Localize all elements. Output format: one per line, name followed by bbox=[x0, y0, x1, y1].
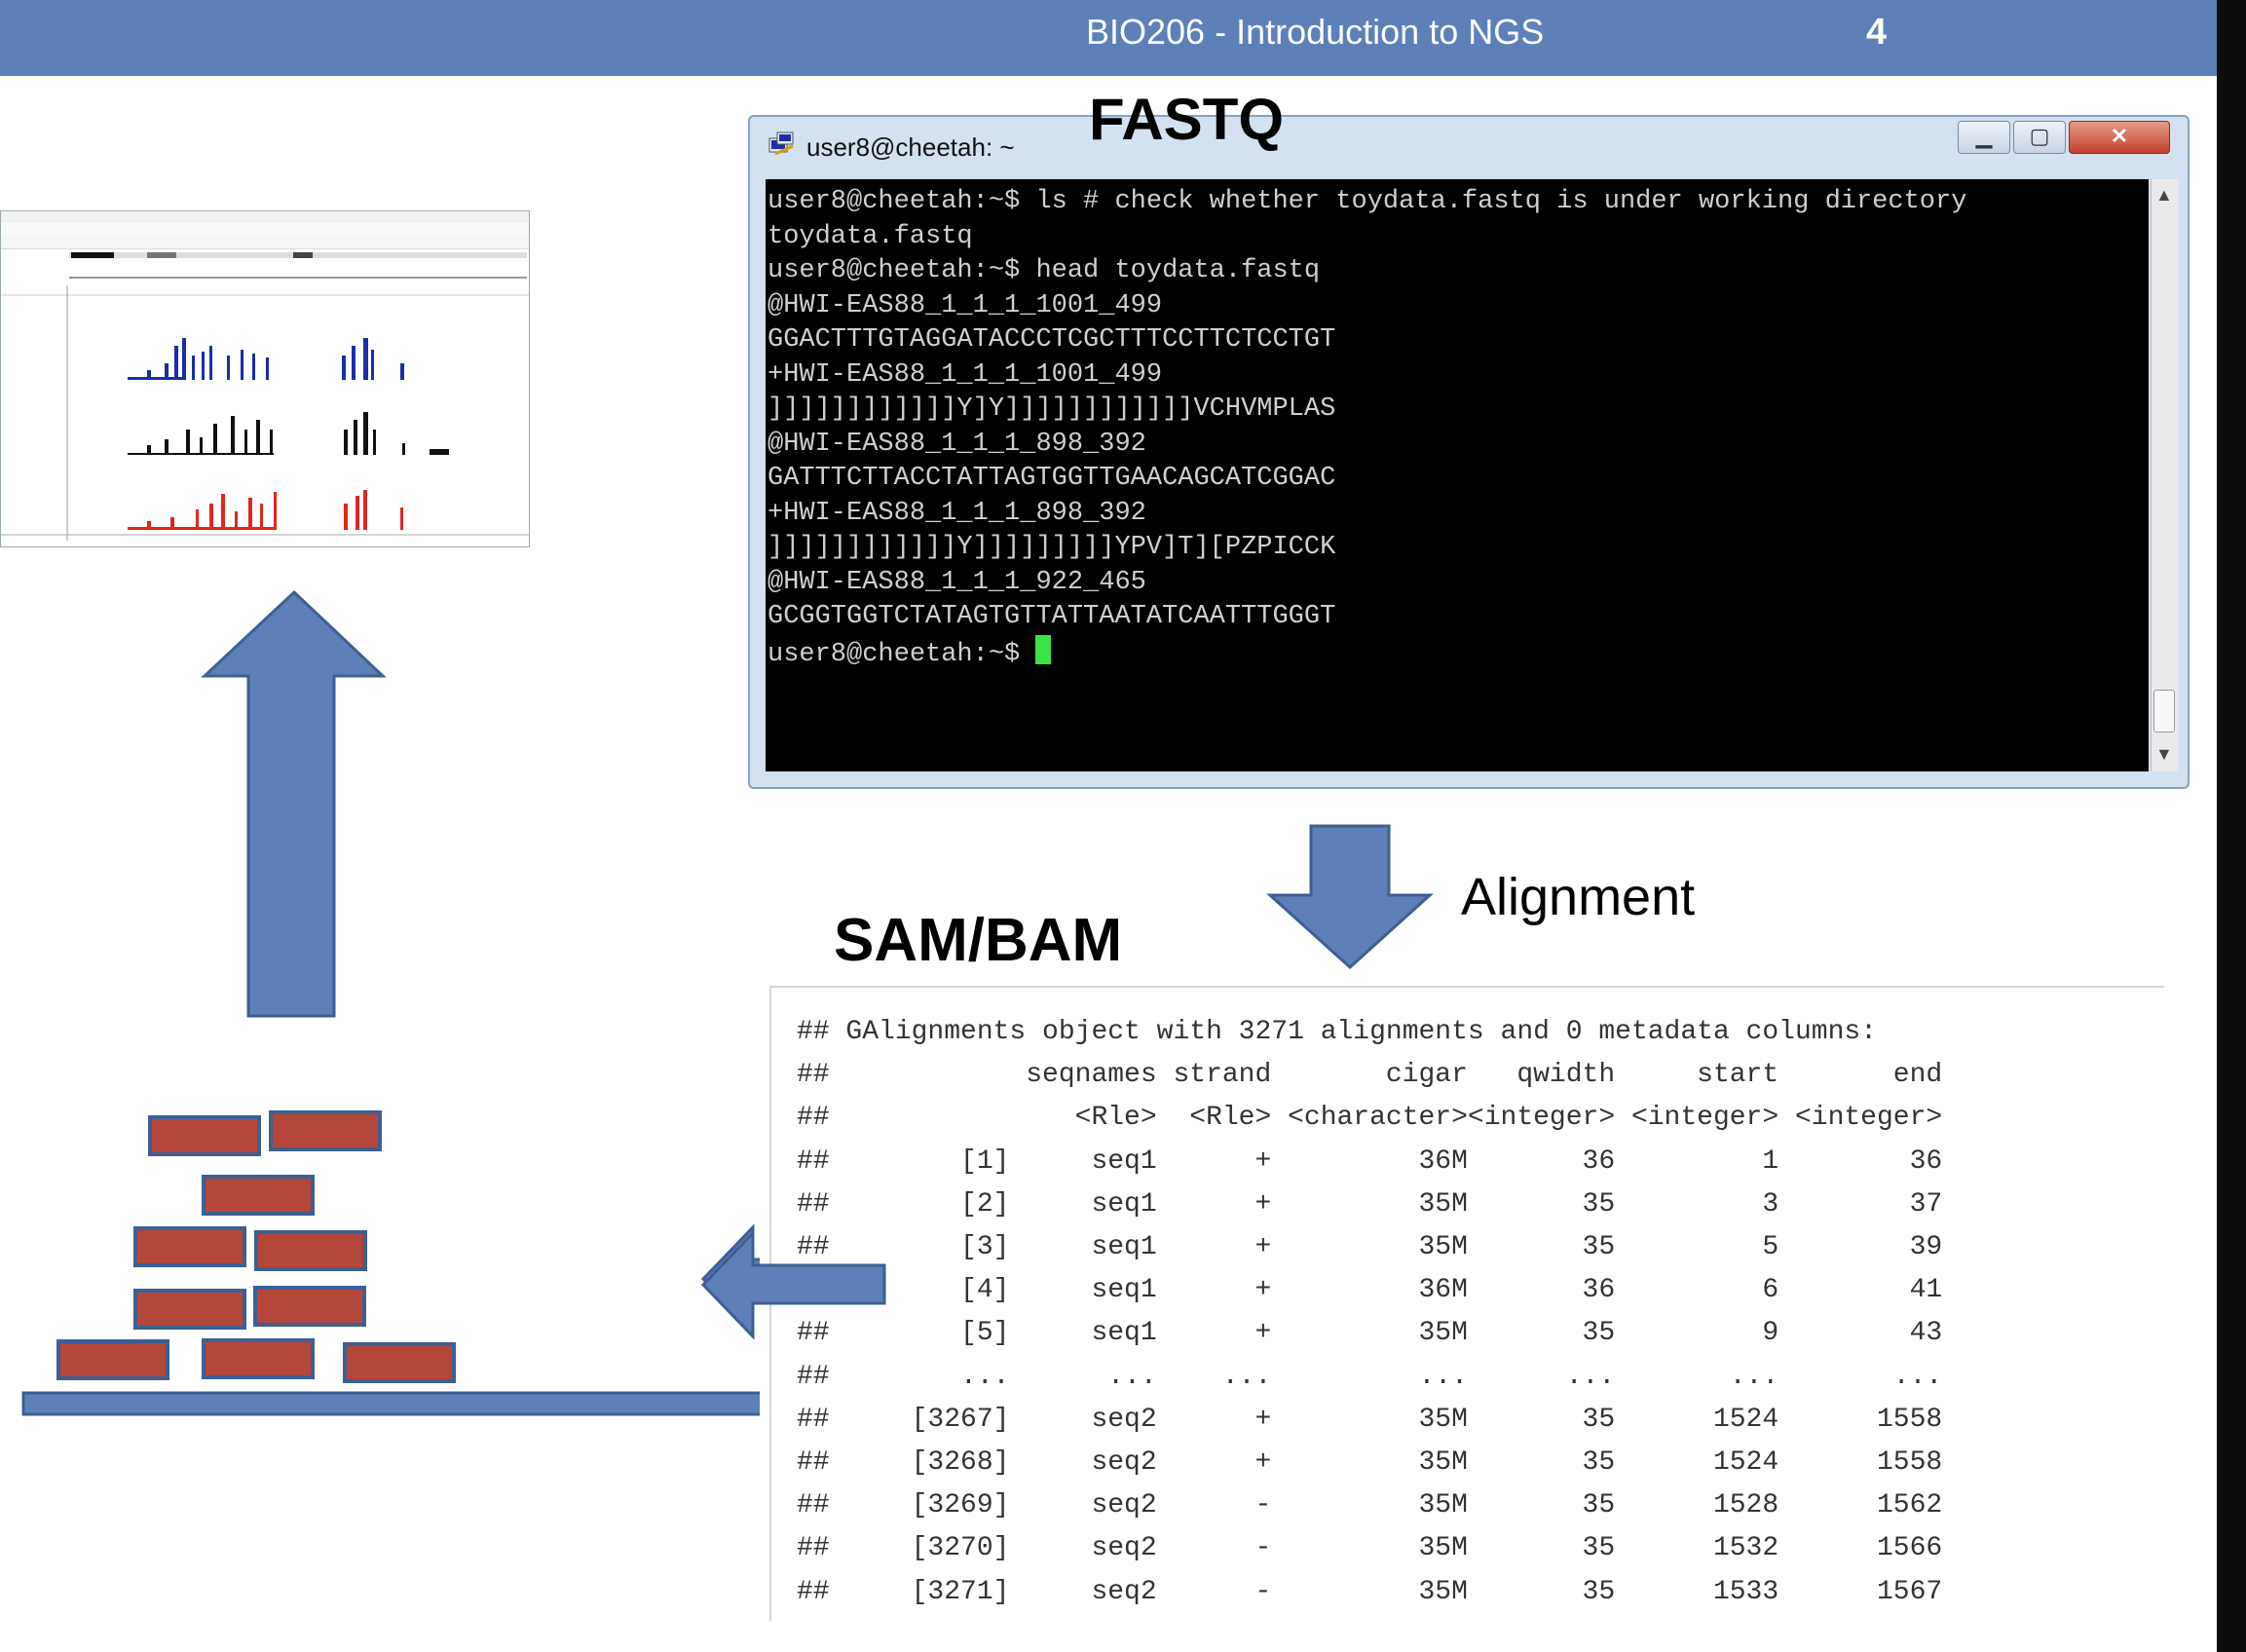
scroll-up-arrow-icon[interactable]: ▲ bbox=[2155, 185, 2173, 206]
putty-icon bbox=[768, 131, 794, 156]
sam-output-panel: ## GAlignments object with 3271 alignmen… bbox=[769, 986, 2164, 1621]
terminal-output: user8@cheetah:~$ ls # check whether toyd… bbox=[766, 179, 2149, 672]
terminal-line: @HWI-EAS88_1_1_1_898_392 bbox=[767, 429, 1146, 459]
terminal-line: GGACTTTGTAGGATACCCTCGCTTTCCTTCTCCTGT bbox=[767, 325, 1336, 355]
fastq-label: FASTQ bbox=[1089, 87, 1285, 152]
down-arrow bbox=[1266, 824, 1434, 970]
brick bbox=[253, 1286, 366, 1327]
terminal-line: GCGGTGGTCTATAGTGTTATTAATATCAATTTGGGT bbox=[767, 602, 1336, 631]
terminal-line: GATTTCTTACCTATTAGTGGTTGAACAGCATCGGAC bbox=[767, 464, 1336, 493]
terminal-prompt: user8@cheetah:~$ bbox=[767, 639, 1036, 669]
sambam-label: SAM/BAM bbox=[834, 907, 1123, 974]
igv-tracks-graphic bbox=[1, 252, 529, 541]
sam-header-line: ## <Rle> <Rle> <character><integer> <int… bbox=[797, 1103, 1943, 1134]
terminal-title: user8@cheetah: ~ bbox=[806, 132, 1015, 162]
maximize-button[interactable]: ▢ bbox=[2013, 121, 2066, 154]
brick bbox=[133, 1226, 246, 1267]
minimize-button[interactable]: ▁ bbox=[1958, 121, 2010, 154]
sam-row: ## [3271] seq2 - 35M 35 1533 1567 bbox=[797, 1576, 1943, 1607]
terminal-line: @HWI-EAS88_1_1_1_1001_499 bbox=[767, 290, 1163, 320]
terminal-line: @HWI-EAS88_1_1_1_922_465 bbox=[767, 567, 1146, 597]
brick bbox=[254, 1230, 367, 1271]
brick bbox=[133, 1289, 246, 1330]
igv-browser-thumbnail bbox=[0, 210, 530, 547]
sam-header-line: ## seqnames strand cigar qwidth start en… bbox=[797, 1060, 1943, 1091]
scroll-thumb[interactable] bbox=[2153, 690, 2175, 732]
sam-row: ## [3270] seq2 - 35M 35 1532 1566 bbox=[797, 1533, 1943, 1564]
brick bbox=[269, 1110, 382, 1151]
terminal-line: +HWI-EAS88_1_1_1_898_392 bbox=[767, 498, 1146, 528]
sam-row: ## [3269] seq2 - 35M 35 1528 1562 bbox=[797, 1490, 1943, 1521]
left-arrow-overlay bbox=[700, 1229, 886, 1340]
terminal-line: toydata.fastq bbox=[767, 221, 973, 251]
igv-toolbar bbox=[1, 235, 529, 249]
terminal-line: ]]]]]]]]]]]]Y]Y]]]]]]]]]]]]VCHVMPLAS bbox=[767, 394, 1336, 424]
terminal-line: +HWI-EAS88_1_1_1_1001_499 bbox=[767, 359, 1163, 390]
terminal-line: user8@cheetah:~$ head toydata.fastq bbox=[767, 256, 1321, 285]
sam-row: ## [5] seq1 + 35M 35 9 43 bbox=[797, 1318, 1943, 1349]
foundation-bar bbox=[21, 1391, 760, 1416]
sam-row: ## [1] seq1 + 36M 36 1 36 bbox=[797, 1145, 1943, 1177]
sam-row: ## [3268] seq2 + 35M 35 1524 1558 bbox=[797, 1447, 1943, 1479]
brick bbox=[202, 1338, 315, 1379]
sam-row: ## [3] seq1 + 35M 35 5 39 bbox=[797, 1232, 1943, 1263]
sam-row: ## [3267] seq2 + 35M 35 1524 1558 bbox=[797, 1404, 1943, 1435]
terminal-screen[interactable]: user8@cheetah:~$ ls # check whether toyd… bbox=[766, 179, 2149, 771]
terminal-cursor bbox=[1035, 634, 1052, 664]
sam-summary-line: ## GAlignments object with 3271 alignmen… bbox=[797, 1017, 1877, 1047]
scroll-down-arrow-icon[interactable]: ▼ bbox=[2155, 744, 2173, 765]
sam-row: ## [2] seq1 + 35M 35 3 37 bbox=[797, 1188, 1943, 1220]
brick bbox=[56, 1339, 169, 1380]
slide-page-number: 4 bbox=[1866, 12, 1888, 53]
sam-output-text: ## GAlignments object with 3271 alignmen… bbox=[771, 988, 2164, 1614]
slide-title: BIO206 - Introduction to NGS bbox=[1086, 12, 1545, 52]
sam-row: ## [4] seq1 + 36M 36 6 41 bbox=[797, 1275, 1943, 1306]
up-arrow bbox=[201, 589, 387, 1018]
terminal-window[interactable]: user8@cheetah: ~ ▁ ▢ ✕ user8@cheetah:~$ … bbox=[748, 115, 2190, 789]
right-edge-strip bbox=[2217, 0, 2246, 1652]
sam-row: ## ... ... ... ... ... ... ... bbox=[797, 1361, 1943, 1392]
brick-pile bbox=[56, 1110, 456, 1383]
close-button[interactable]: ✕ bbox=[2069, 121, 2170, 154]
brick bbox=[343, 1342, 456, 1383]
terminal-line: ]]]]]]]]]]]]Y]]]]]]]]]YPV]T][PZPICCK bbox=[767, 533, 1336, 562]
brick bbox=[148, 1115, 261, 1156]
terminal-line: user8@cheetah:~$ ls # check whether toyd… bbox=[767, 187, 1967, 216]
alignment-label: Alignment bbox=[1461, 868, 1696, 926]
terminal-scrollbar[interactable]: ▲ ▼ bbox=[2151, 179, 2179, 771]
workflow-graphics bbox=[21, 589, 760, 1416]
brick bbox=[202, 1175, 315, 1216]
